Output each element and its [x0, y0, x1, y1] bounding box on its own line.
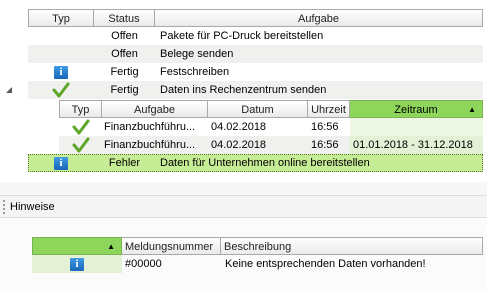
task-type: i — [28, 63, 94, 81]
subtask-time: 16:56 — [311, 121, 339, 133]
sort-ascending-icon: ▲ — [468, 105, 476, 114]
task-name: Festschreiben — [160, 66, 230, 78]
message-number: #00000 — [125, 258, 162, 270]
checkmark-icon — [72, 119, 89, 135]
message-type: i — [32, 255, 122, 273]
task-status: Fehler — [108, 157, 141, 169]
subtask-name: Finanzbuchführu... — [104, 139, 196, 151]
task-name: Daten für Unternehmen online bereitstell… — [160, 157, 370, 169]
panel-grip-icon[interactable] — [3, 200, 7, 214]
task-row-expanded[interactable]: Fertig Daten ins Rechenzentrum senden — [0, 81, 487, 99]
task-name: Pakete für PC-Druck bereitstellen — [160, 30, 324, 42]
subtask-grid-header: Typ Aufgabe Datum Uhrzeit Zeitraum ▲ — [0, 100, 487, 118]
subtask-row[interactable]: Finanzbuchführu... 04.02.2018 16:56 01.0… — [0, 136, 487, 154]
subtask-row[interactable]: Finanzbuchführu... 04.02.2018 16:56 — [0, 118, 487, 136]
task-type: i — [28, 154, 94, 172]
column-header-uhrzeit[interactable]: Uhrzeit — [308, 100, 350, 118]
task-status: Offen — [111, 30, 138, 42]
collapse-arrow-icon[interactable] — [4, 81, 18, 99]
task-row[interactable]: Offen Belege senden — [0, 45, 487, 63]
sort-ascending-icon: ▲ — [107, 242, 115, 251]
column-header-status[interactable]: Status — [94, 9, 155, 27]
subtask-type — [59, 118, 102, 136]
column-header-datum[interactable]: Datum — [208, 100, 308, 118]
info-icon: i — [70, 258, 84, 271]
panel-title: Hinweise — [10, 201, 55, 213]
subtask-date: 04.02.2018 — [211, 139, 267, 151]
column-header-zeitraum[interactable]: Zeitraum ▲ — [350, 100, 483, 118]
column-header-beschreibung[interactable]: Beschreibung — [221, 237, 483, 255]
task-name: Belege senden — [160, 48, 234, 60]
column-header-meldungsnummer[interactable]: Meldungsnummer — [122, 237, 221, 255]
subtask-type — [59, 136, 102, 154]
hinweise-panel-header: Hinweise — [0, 196, 487, 218]
info-icon: i — [54, 66, 68, 79]
task-row[interactable]: i Fertig Festschreiben — [0, 63, 487, 81]
message-grid-header: ▲ Meldungsnummer Beschreibung — [0, 237, 487, 255]
subtask-time: 16:56 — [311, 139, 339, 151]
subtask-period: 01.01.2018 - 31.12.2018 — [353, 139, 473, 151]
subtask-date: 04.02.2018 — [211, 121, 267, 133]
task-status: Fertig — [110, 84, 139, 96]
checkmark-icon — [72, 137, 89, 153]
checkmark-icon — [52, 82, 70, 98]
info-icon: i — [54, 157, 68, 170]
splitter[interactable] — [0, 182, 487, 196]
task-status: Offen — [111, 48, 138, 60]
task-status: Fertig — [110, 66, 139, 78]
column-header-typ[interactable]: Typ — [28, 9, 94, 27]
task-row[interactable]: Offen Pakete für PC-Druck bereitstellen — [0, 27, 487, 45]
message-grid: ▲ Meldungsnummer Beschreibung i #00000 K… — [0, 235, 487, 275]
task-row-selected[interactable]: i Fehler Daten für Unternehmen online be… — [0, 154, 487, 172]
message-row[interactable]: i #00000 Keine entsprechenden Daten vorh… — [0, 255, 487, 273]
task-type — [28, 81, 94, 99]
subtask-period — [353, 118, 483, 136]
column-header-aufgabe[interactable]: Aufgabe — [155, 9, 483, 27]
task-grid-header: Typ Status Aufgabe — [0, 9, 487, 27]
task-grid: Typ Status Aufgabe Offen Pakete für PC-D… — [0, 0, 487, 182]
message-description: Keine entsprechenden Daten vorhanden! — [225, 258, 426, 270]
subtask-name: Finanzbuchführu... — [104, 121, 196, 133]
task-name: Daten ins Rechenzentrum senden — [160, 84, 327, 96]
column-header-aufgabe[interactable]: Aufgabe — [102, 100, 208, 118]
column-header-typ[interactable]: Typ — [59, 100, 102, 118]
column-header-type[interactable]: ▲ — [32, 237, 122, 255]
